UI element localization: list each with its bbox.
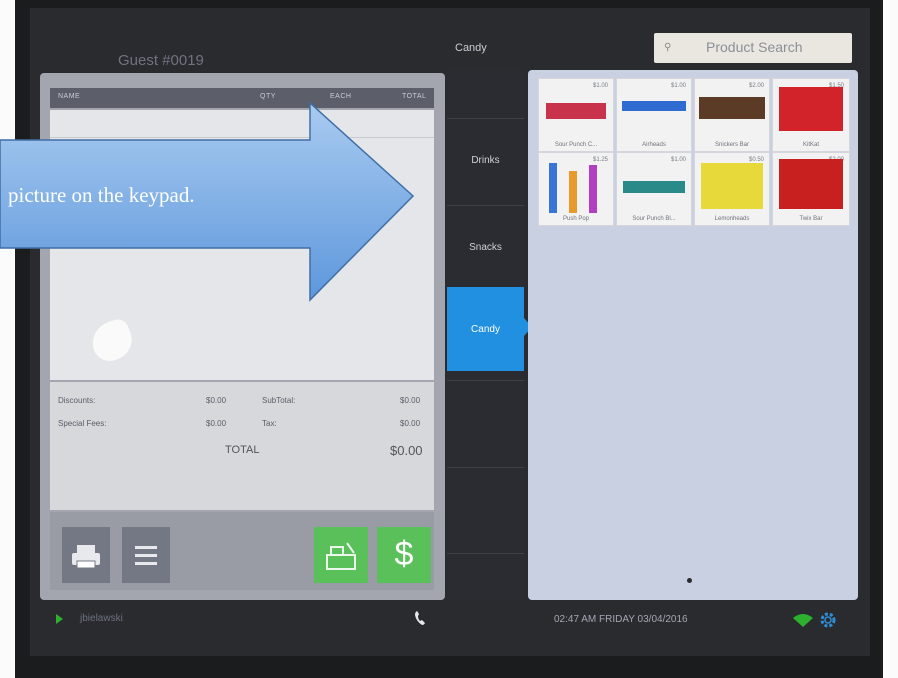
gear-icon[interactable] <box>818 610 838 630</box>
product-image <box>701 163 763 209</box>
special-fees-label: Special Fees: <box>58 419 107 428</box>
page-indicator[interactable] <box>687 578 692 583</box>
phone-icon[interactable] <box>414 610 426 626</box>
total-label: TOTAL <box>225 444 260 456</box>
product-name: Airheads <box>642 142 666 148</box>
product-name: Sour Punch C... <box>554 142 598 148</box>
discounts-label: Discounts: <box>58 396 96 405</box>
tax-value: $0.00 <box>400 419 421 428</box>
menu-icon <box>135 546 157 565</box>
product-image <box>549 163 557 213</box>
product-name: Push Pop <box>562 216 590 222</box>
cash-drawer-button[interactable] <box>314 527 368 583</box>
category-divider <box>447 380 524 381</box>
product-tile[interactable]: $1.00 Sour Punch Bl... <box>616 152 692 226</box>
product-tile[interactable]: $2.00 Twix Bar <box>772 152 850 226</box>
product-image <box>622 101 686 111</box>
guest-label: Guest #0019 <box>118 52 204 69</box>
category-drinks[interactable]: Drinks <box>447 155 524 166</box>
category-divider <box>447 467 524 468</box>
category-candy[interactable]: Candy <box>447 324 524 335</box>
search-icon: ⚲ <box>664 42 672 53</box>
search-placeholder: Product Search <box>706 39 803 55</box>
product-name: Twix Bar <box>799 216 823 222</box>
special-fees-value: $0.00 <box>206 419 227 428</box>
menu-button[interactable] <box>122 527 170 583</box>
category-divider <box>447 553 524 554</box>
category-divider <box>447 118 524 119</box>
printer-icon <box>72 545 100 569</box>
product-image <box>623 181 685 193</box>
subtotal-label: SubTotal: <box>262 396 296 405</box>
product-tile[interactable]: $1.25 Push Pop <box>538 152 614 226</box>
product-name: Lemonheads <box>714 216 750 222</box>
product-image <box>546 103 606 119</box>
dollar-icon: $ <box>394 535 414 573</box>
subtotal-value: $0.00 <box>400 396 421 405</box>
totals-section: Discounts: $0.00 SubTotal: $0.00 Special… <box>50 382 434 510</box>
product-tile[interactable]: $1.50 KitKat <box>772 78 850 152</box>
product-tile[interactable]: $1.00 Airheads <box>616 78 692 152</box>
total-value: $0.00 <box>390 443 423 458</box>
product-price: $1.25 <box>592 157 608 163</box>
annotation-text: picture on the keypad. <box>8 183 195 207</box>
product-tile[interactable]: $1.00 Sour Punch C... <box>538 78 614 152</box>
product-name: Sour Punch Bl... <box>632 216 676 222</box>
logged-in-user: jbielawski <box>80 613 123 624</box>
product-price: $1.00 <box>670 83 686 89</box>
wifi-icon <box>793 614 813 627</box>
product-name: Snickers Bar <box>714 142 749 148</box>
category-divider <box>447 205 524 206</box>
product-image <box>569 171 577 213</box>
product-image <box>589 165 597 213</box>
discounts-value: $0.00 <box>206 396 227 405</box>
product-tile[interactable]: $2.00 Snickers Bar <box>694 78 770 152</box>
product-price: $2.00 <box>748 83 764 89</box>
product-image <box>779 159 843 209</box>
print-button[interactable] <box>62 527 110 583</box>
pay-button[interactable]: $ <box>377 527 431 583</box>
tax-label: Tax: <box>262 419 277 428</box>
play-icon <box>56 614 63 624</box>
cash-register-icon <box>326 542 356 570</box>
product-name: KitKat <box>802 142 819 148</box>
date-time: 02:47 AM FRIDAY 03/04/2016 <box>554 614 688 625</box>
product-tile[interactable]: $0.50 Lemonheads <box>694 152 770 226</box>
product-price: $1.00 <box>670 157 686 163</box>
product-image <box>699 97 765 119</box>
category-title: Candy <box>455 42 487 54</box>
product-search-input[interactable]: ⚲ Product Search <box>654 33 852 63</box>
product-image <box>779 87 843 131</box>
category-snacks[interactable]: Snacks <box>447 242 524 253</box>
product-price: $1.00 <box>592 83 608 89</box>
